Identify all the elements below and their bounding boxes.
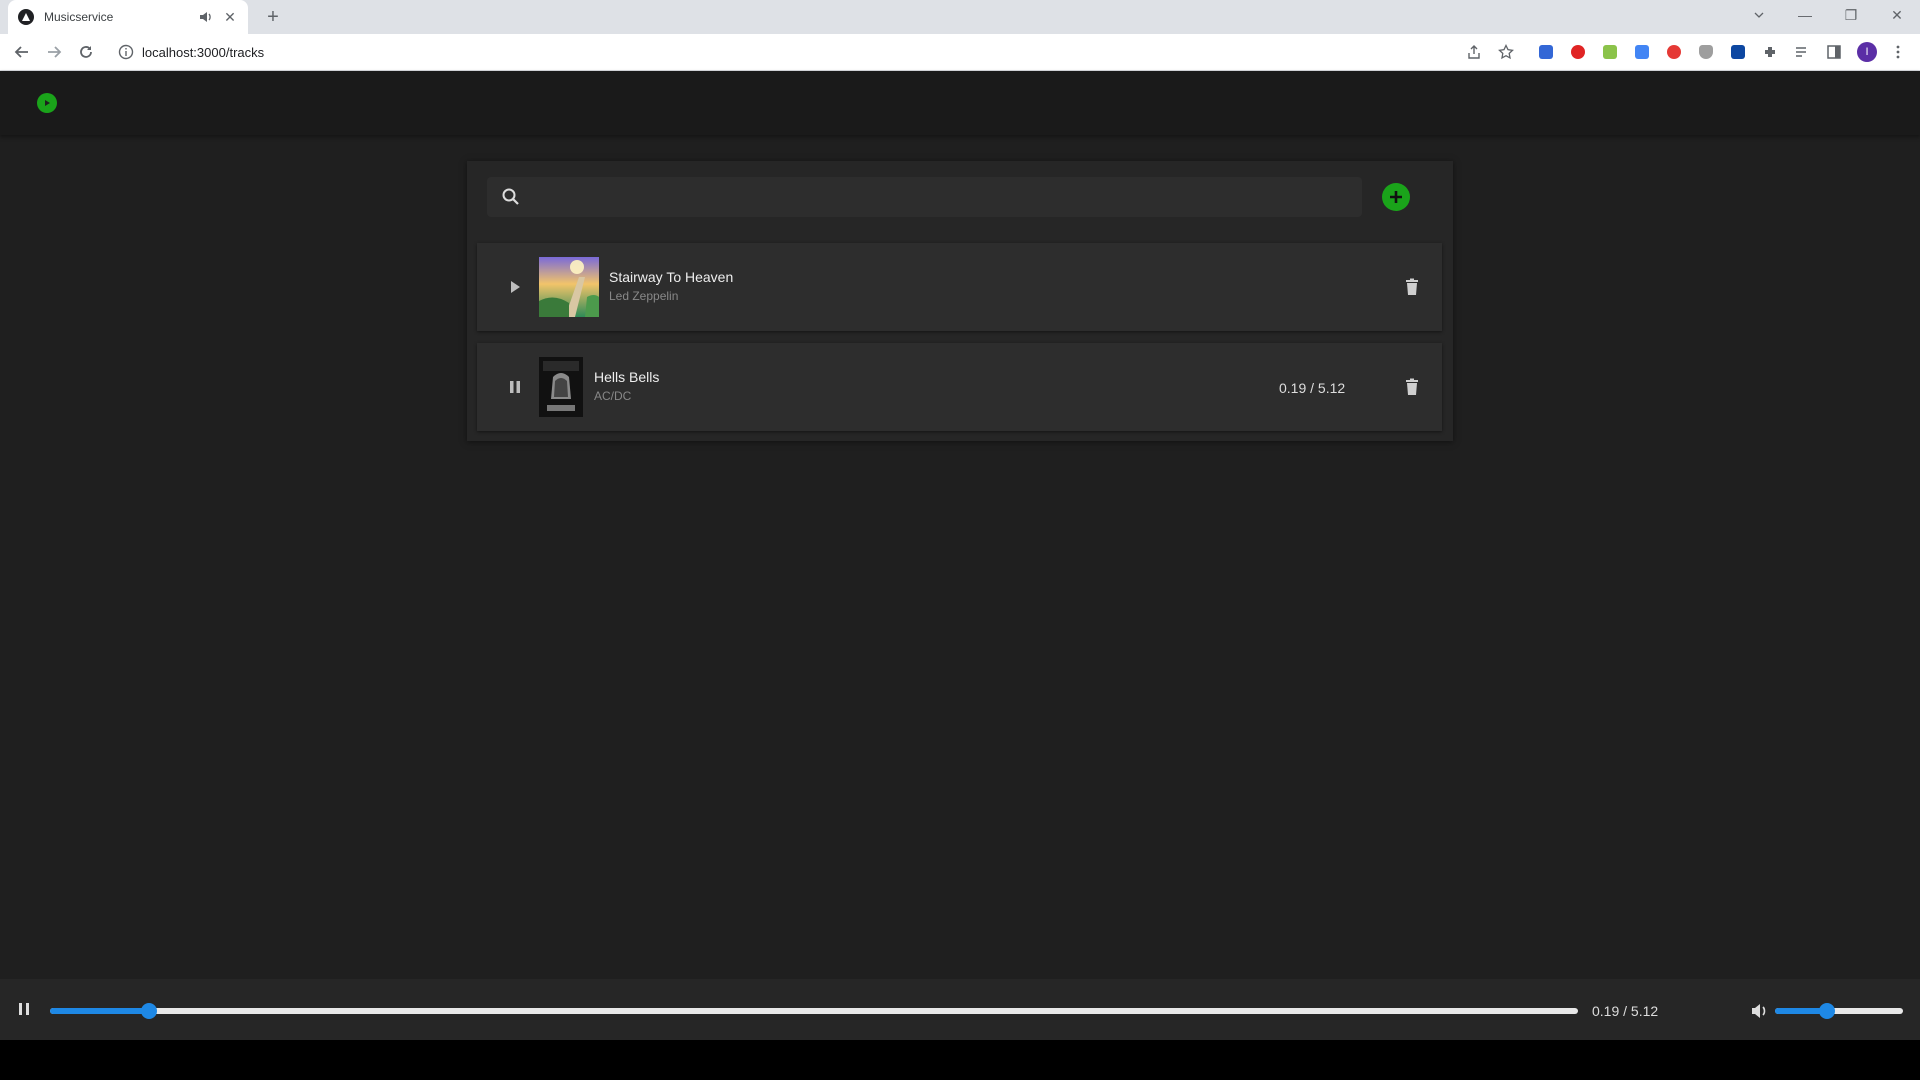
reload-icon[interactable] <box>74 40 98 64</box>
search-icon <box>501 187 521 207</box>
star-icon[interactable] <box>1496 42 1516 62</box>
menu-icon[interactable] <box>1888 42 1908 62</box>
volume-slider[interactable] <box>1775 1003 1903 1019</box>
minimize-button[interactable]: — <box>1782 0 1828 30</box>
app-logo-play-icon[interactable] <box>37 93 57 113</box>
track-artist: AC/DC <box>594 389 632 403</box>
progress-fill <box>50 1008 150 1014</box>
tab-search-icon[interactable] <box>1736 0 1782 30</box>
tab-close-icon[interactable]: ✕ <box>222 9 238 25</box>
extension-7-icon[interactable] <box>1728 42 1748 62</box>
track-meta: Stairway To Heaven Led Zeppelin <box>609 269 733 303</box>
plus-icon <box>1390 191 1402 203</box>
browser-tab[interactable]: Musicservice ✕ <box>8 0 248 34</box>
progress-slider[interactable] <box>50 1003 1578 1019</box>
extension-6-icon[interactable] <box>1696 42 1716 62</box>
search-input[interactable] <box>533 185 1343 209</box>
track-time: 0.19 / 5.12 <box>1279 380 1346 396</box>
extension-2-icon[interactable] <box>1568 42 1588 62</box>
app-root: Stairway To Heaven Led Zeppelin Hells Be… <box>0 71 1920 1040</box>
url-text: localhost:3000/tracks <box>142 44 265 60</box>
window-close-button[interactable]: ✕ <box>1874 0 1920 30</box>
album-cover-hells-bells <box>539 357 583 417</box>
add-track-button[interactable] <box>1382 183 1410 211</box>
extension-1-icon[interactable] <box>1536 42 1556 62</box>
profile-avatar[interactable]: I <box>1857 42 1877 62</box>
reading-list-icon[interactable] <box>1792 42 1812 62</box>
app-header <box>0 71 1920 135</box>
progress-thumb[interactable] <box>141 1003 158 1019</box>
browser-toolbar: localhost:3000/tracks I <box>0 34 1920 71</box>
address-bar[interactable]: localhost:3000/tracks <box>110 38 1450 66</box>
player-time: 0.19 / 5.12 <box>1592 1003 1659 1019</box>
player-pause-icon[interactable] <box>14 999 34 1019</box>
forward-icon[interactable] <box>42 40 66 64</box>
tracks-panel: Stairway To Heaven Led Zeppelin Hells Be… <box>467 161 1453 441</box>
volume-thumb[interactable] <box>1819 1003 1836 1019</box>
maximize-button[interactable]: ❐ <box>1828 0 1874 30</box>
track-row[interactable]: Hells Bells AC/DC 0.19 / 5.12 <box>477 343 1442 431</box>
play-icon[interactable] <box>503 275 527 299</box>
tab-title: Musicservice <box>44 10 114 24</box>
info-icon[interactable] <box>118 44 134 60</box>
extension-3-icon[interactable] <box>1600 42 1620 62</box>
side-panel-icon[interactable] <box>1824 42 1844 62</box>
bottom-strip <box>0 1040 1920 1080</box>
extensions-icon[interactable] <box>1760 42 1780 62</box>
back-icon[interactable] <box>10 40 34 64</box>
tab-audio-icon[interactable] <box>198 9 214 25</box>
track-row[interactable]: Stairway To Heaven Led Zeppelin <box>477 243 1442 331</box>
player-bar: 0.19 / 5.12 <box>0 979 1920 1040</box>
volume-icon[interactable] <box>1749 1001 1769 1021</box>
browser-tab-bar: Musicservice ✕ + — ❐ ✕ <box>0 0 1920 34</box>
track-artist: Led Zeppelin <box>609 289 679 303</box>
album-cover-stairway <box>539 257 599 317</box>
delete-track-icon[interactable] <box>1402 277 1422 297</box>
delete-track-icon[interactable] <box>1402 377 1422 397</box>
search-box <box>487 177 1362 217</box>
track-title: Stairway To Heaven <box>609 269 734 285</box>
new-tab-button[interactable]: + <box>262 6 284 28</box>
pause-icon[interactable] <box>503 375 527 399</box>
app-favicon-icon <box>18 9 34 25</box>
track-title: Hells Bells <box>594 369 660 385</box>
track-meta: Hells Bells AC/DC <box>594 369 659 403</box>
share-icon[interactable] <box>1464 42 1484 62</box>
extension-5-icon[interactable] <box>1664 42 1684 62</box>
extension-4-icon[interactable] <box>1632 42 1652 62</box>
